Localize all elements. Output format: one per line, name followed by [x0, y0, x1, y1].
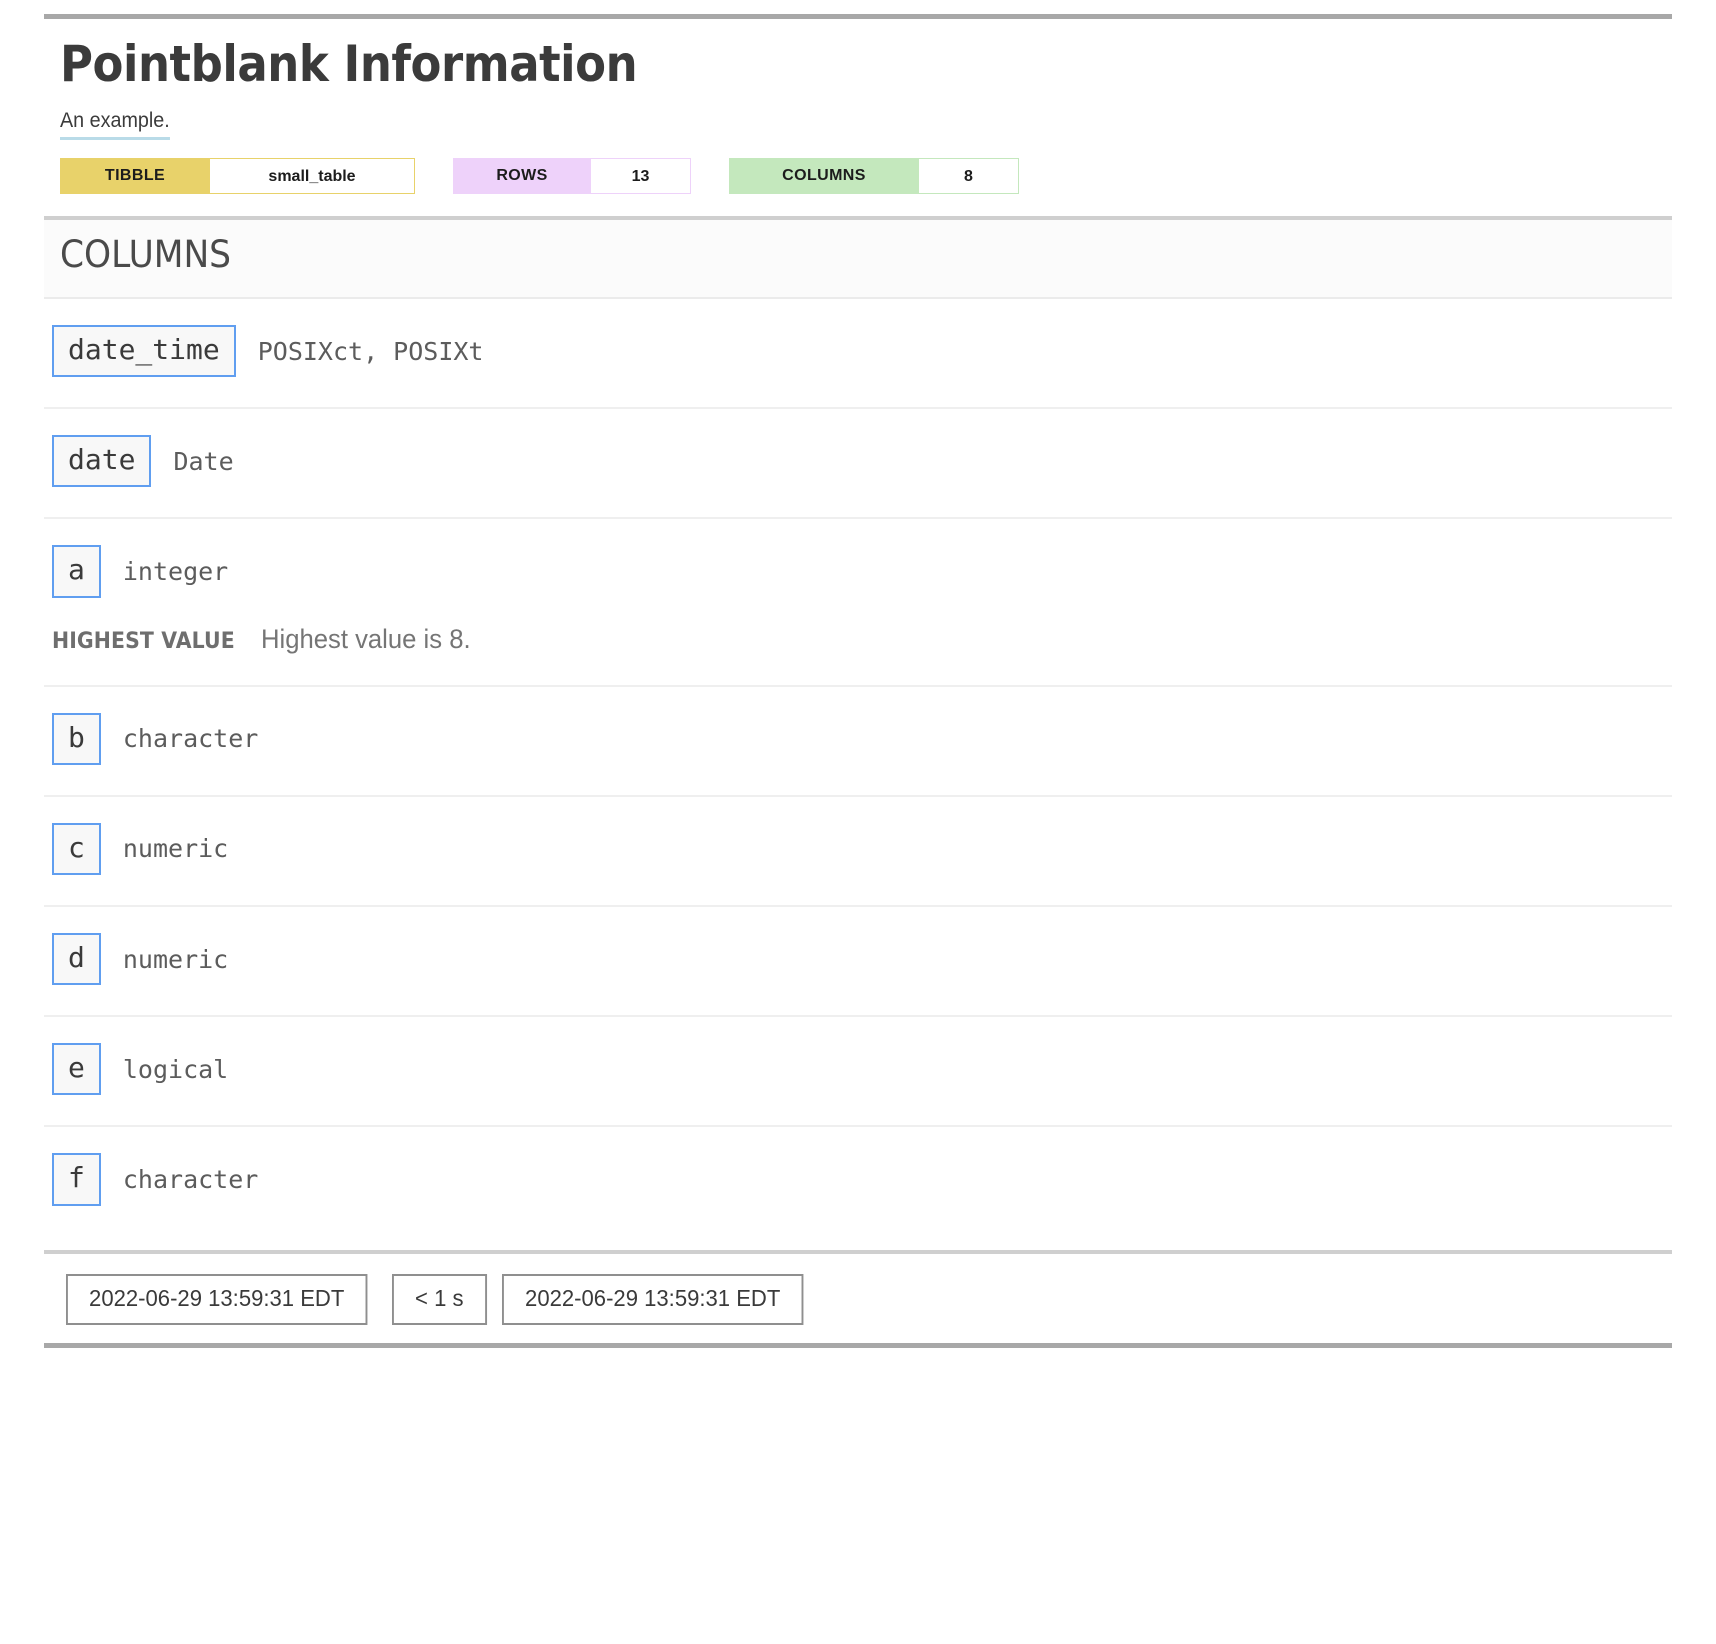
footer-start-time: 2022-06-29 13:59:31 EDT — [66, 1273, 368, 1325]
column-line: f character — [44, 1153, 1672, 1206]
badge-tibble: TIBBLE small_table — [60, 158, 415, 195]
footer-duration: < 1 s — [391, 1273, 487, 1325]
report-footer: 2022-06-29 13:59:31 EDT < 1 s 2022-06-29… — [44, 1254, 1672, 1325]
page-title: Pointblank Information — [60, 35, 638, 93]
summary-badge-strip: TIBBLE small_table ROWS 13 COLUMNS 8 — [60, 158, 1656, 195]
stat-text: Highest value is 8. — [260, 623, 471, 654]
badge-rows: ROWS 13 — [453, 158, 691, 195]
report-header: Pointblank Information An example. TIBBL… — [0, 19, 1716, 195]
column-name-box[interactable]: f — [52, 1153, 101, 1206]
column-type-label: character — [122, 1164, 259, 1194]
columns-list: date_time POSIXct, POSIXt date Date a in… — [44, 299, 1672, 1250]
column-row-a: a integer HIGHEST VALUE Highest value is… — [44, 519, 1672, 687]
column-row-c: c numeric — [44, 797, 1672, 907]
column-row-date: date Date — [44, 409, 1672, 520]
column-line: e logical — [44, 1043, 1672, 1096]
columns-section-header: COLUMNS — [44, 216, 1672, 300]
page-subtitle: An example. — [60, 108, 170, 141]
column-row-date_time: date_time POSIXct, POSIXt — [44, 299, 1672, 410]
column-name-box[interactable]: d — [52, 932, 101, 986]
badge-columns-value: 8 — [919, 158, 1019, 195]
column-row-b: b character — [44, 687, 1672, 797]
badge-rows-value: 13 — [591, 158, 691, 195]
badge-columns: COLUMNS 8 — [729, 158, 1019, 195]
badge-tibble-value: small_table — [210, 158, 415, 195]
page-subtitle-wrapper: An example. — [60, 108, 177, 141]
column-name-box[interactable]: e — [52, 1043, 101, 1096]
pointblank-information-report: Pointblank Information An example. TIBBL… — [0, 14, 1716, 1348]
badge-columns-label: COLUMNS — [729, 158, 919, 195]
column-type-label: numeric — [122, 834, 229, 864]
footer-end-time: 2022-06-29 13:59:31 EDT — [502, 1273, 804, 1325]
column-line: date_time POSIXct, POSIXt — [44, 325, 1672, 378]
column-type-label: integer — [122, 557, 229, 586]
column-name-box[interactable]: b — [52, 712, 101, 765]
column-type-label: logical — [122, 1054, 229, 1084]
column-line: a integer — [44, 545, 1672, 598]
column-line: c numeric — [44, 822, 1672, 875]
column-name-box[interactable]: date — [52, 435, 152, 488]
column-stat-highest-value: HIGHEST VALUE Highest value is 8. — [44, 624, 1672, 655]
column-row-f: f character — [44, 1127, 1672, 1249]
badge-rows-label: ROWS — [453, 158, 591, 195]
bottom-rule — [44, 1342, 1672, 1348]
column-line: d numeric — [44, 932, 1672, 986]
column-row-e: e logical — [44, 1017, 1672, 1128]
column-type-label: Date — [173, 446, 234, 476]
badge-tibble-label: TIBBLE — [60, 158, 210, 195]
column-row-d: d numeric — [44, 907, 1672, 1018]
column-name-box[interactable]: date_time — [52, 325, 236, 378]
section-title: COLUMNS — [60, 233, 232, 277]
column-type-label: numeric — [122, 944, 229, 974]
column-name-box[interactable]: c — [52, 822, 101, 875]
stat-label: HIGHEST VALUE — [52, 628, 235, 654]
column-line: date Date — [44, 435, 1672, 488]
column-name-box[interactable]: a — [52, 545, 101, 598]
column-type-label: character — [122, 724, 259, 754]
column-line: b character — [44, 712, 1672, 765]
column-type-label: POSIXct, POSIXt — [257, 336, 484, 366]
